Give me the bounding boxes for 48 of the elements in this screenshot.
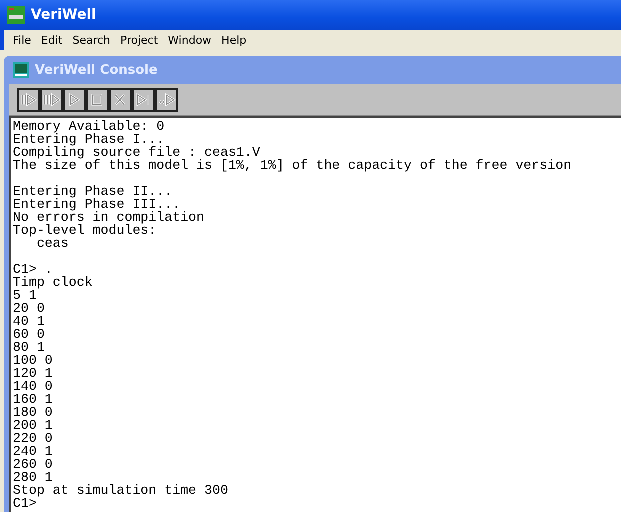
console-line: C1> . [13,263,54,276]
console-title: VeriWell Console [35,62,158,78]
menu-item[interactable]: Search [68,34,116,46]
console-line: ceas [36,237,69,250]
console-line: 20 0 [13,302,46,315]
console-line: 40 1 [13,315,46,328]
console-icon [13,62,29,78]
console-line: Top-level modules: [13,224,157,237]
toolbar-button[interactable] [63,88,86,112]
console-line: 5 1 [13,289,37,302]
menu-item[interactable]: Project [116,34,164,46]
console-line: C1> [13,497,37,510]
console-line: 200 1 [13,419,54,432]
console-line: No errors in compilation [13,211,206,224]
menu-item[interactable]: Edit [36,34,68,46]
console-line: 160 1 [13,393,54,406]
run-multi-icon [42,91,61,109]
console-line: 60 0 [13,328,46,341]
menu-item[interactable]: Help [216,34,252,46]
menu-item[interactable]: File [8,34,36,46]
console-line: 220 0 [13,432,54,445]
console-line: Entering Phase III... [13,198,181,211]
console-line: Entering Phase II... [13,185,174,198]
window-title: VeriWell [31,7,96,23]
toolbar-button[interactable] [86,88,109,112]
menu-item[interactable]: Window [163,34,217,46]
console-line: 180 0 [13,406,54,419]
console-line: 120 1 [13,367,54,380]
console-line: 140 0 [13,380,54,393]
run-step-icon [19,91,38,109]
toolbar-button[interactable] [40,88,63,112]
toolbar-button[interactable] [155,88,178,112]
console-line: Timp clock [13,276,94,289]
console-line: 240 1 [13,445,54,458]
toolbar-button[interactable] [132,88,155,112]
console-line: 260 0 [13,458,54,471]
console-line: 100 0 [13,354,54,367]
toolbar-button[interactable] [17,88,40,112]
console-line: Entering Phase I... [13,133,165,146]
console-line: Stop at simulation time 300 [13,484,230,497]
trace-icon [157,91,176,109]
console-line: Compiling source file : ceas1.V [13,146,261,159]
toolbar-button[interactable] [109,88,132,112]
console-line: Memory Available: 0 [13,120,166,133]
app-icon [7,6,25,24]
console-line: 80 1 [13,341,46,354]
console-line: 280 1 [13,471,54,484]
console-line: The size of this model is [1%, 1%] of the capacity of the free version [13,159,573,172]
